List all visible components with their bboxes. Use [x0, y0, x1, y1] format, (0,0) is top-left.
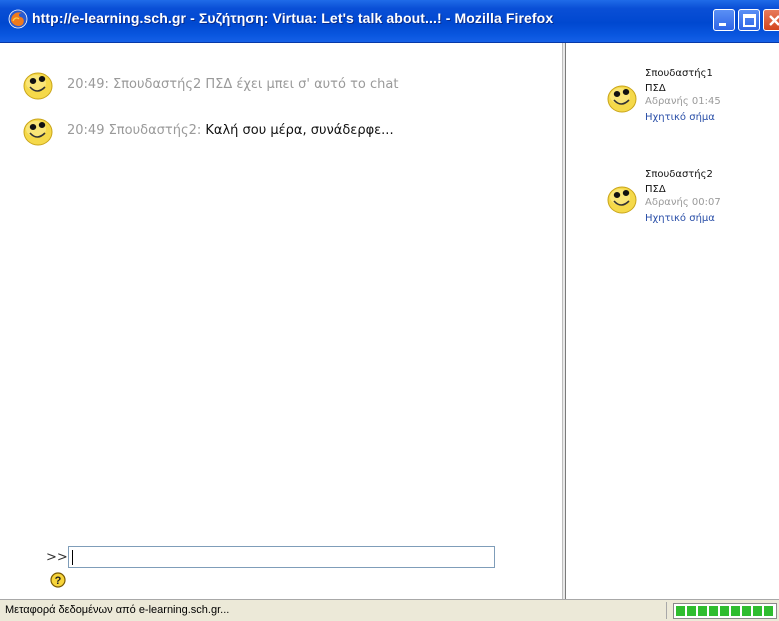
help-icon[interactable]: ?	[50, 572, 66, 588]
svg-text:?: ?	[55, 575, 62, 587]
user-name-line2: ΠΣΔ	[645, 184, 666, 195]
chat-message-content: Καλή σου μέρα, συνάδερφε...	[205, 123, 394, 138]
user-name-line1: Σπουδαστής2	[645, 169, 713, 180]
close-button[interactable]	[763, 9, 779, 31]
chat-message-text: 20:49: Σπουδαστής2 ΠΣΔ έχει μπει σ' αυτό…	[67, 77, 398, 92]
chat-message-text: 20:49 Σπουδαστής2: Καλή σου μέρα, συνάδε…	[67, 123, 394, 138]
minimize-button[interactable]	[713, 9, 735, 31]
window-title: http://e-learning.sch.gr - Συζήτηση: Vir…	[32, 10, 554, 26]
status-bar: Μεταφορά δεδομένων από e-learning.sch.gr…	[0, 599, 779, 621]
minimize-icon	[719, 23, 726, 26]
beep-link[interactable]: Ηχητικό σήμα	[645, 112, 715, 123]
progress-fill	[676, 606, 774, 616]
smiley-icon	[23, 72, 53, 100]
close-icon	[769, 15, 779, 26]
progress-bar	[673, 603, 777, 619]
user-name-line1: Σπουδαστής1	[645, 68, 713, 79]
users-list-pane: Σπουδαστής1 ΠΣΔ Αδρανής 01:45 Ηχητικό σή…	[566, 43, 779, 599]
smiley-icon	[607, 85, 637, 113]
user-idle-time: Αδρανής 00:07	[645, 197, 721, 208]
user-name: Σπουδαστής1 ΠΣΔ	[645, 66, 713, 96]
user-name-line2: ΠΣΔ	[645, 83, 666, 94]
user-idle-time: Αδρανής 01:45	[645, 96, 721, 107]
smiley-icon	[607, 186, 637, 214]
beep-link[interactable]: Ηχητικό σήμα	[645, 213, 715, 224]
title-bar[interactable]: http://e-learning.sch.gr - Συζήτηση: Vir…	[0, 0, 779, 43]
status-separator	[666, 602, 667, 619]
smiley-icon	[23, 118, 53, 146]
input-prompt: >>	[46, 550, 68, 565]
maximize-button[interactable]	[738, 9, 760, 31]
text-caret	[72, 550, 73, 565]
chat-messages-pane[interactable]: 20:49: Σπουδαστής2 ΠΣΔ έχει μπει σ' αυτό…	[0, 43, 562, 599]
user-name: Σπουδαστής2 ΠΣΔ	[645, 167, 713, 197]
chat-message-meta: 20:49: Σπουδαστής2 ΠΣΔ έχει μπει σ' αυτό…	[67, 77, 399, 92]
firefox-icon	[8, 9, 28, 29]
status-text: Μεταφορά δεδομένων από e-learning.sch.gr…	[5, 604, 230, 616]
chat-message-input[interactable]	[68, 546, 495, 568]
chat-message-meta: 20:49 Σπουδαστής2:	[67, 123, 206, 138]
maximize-icon	[743, 14, 756, 27]
